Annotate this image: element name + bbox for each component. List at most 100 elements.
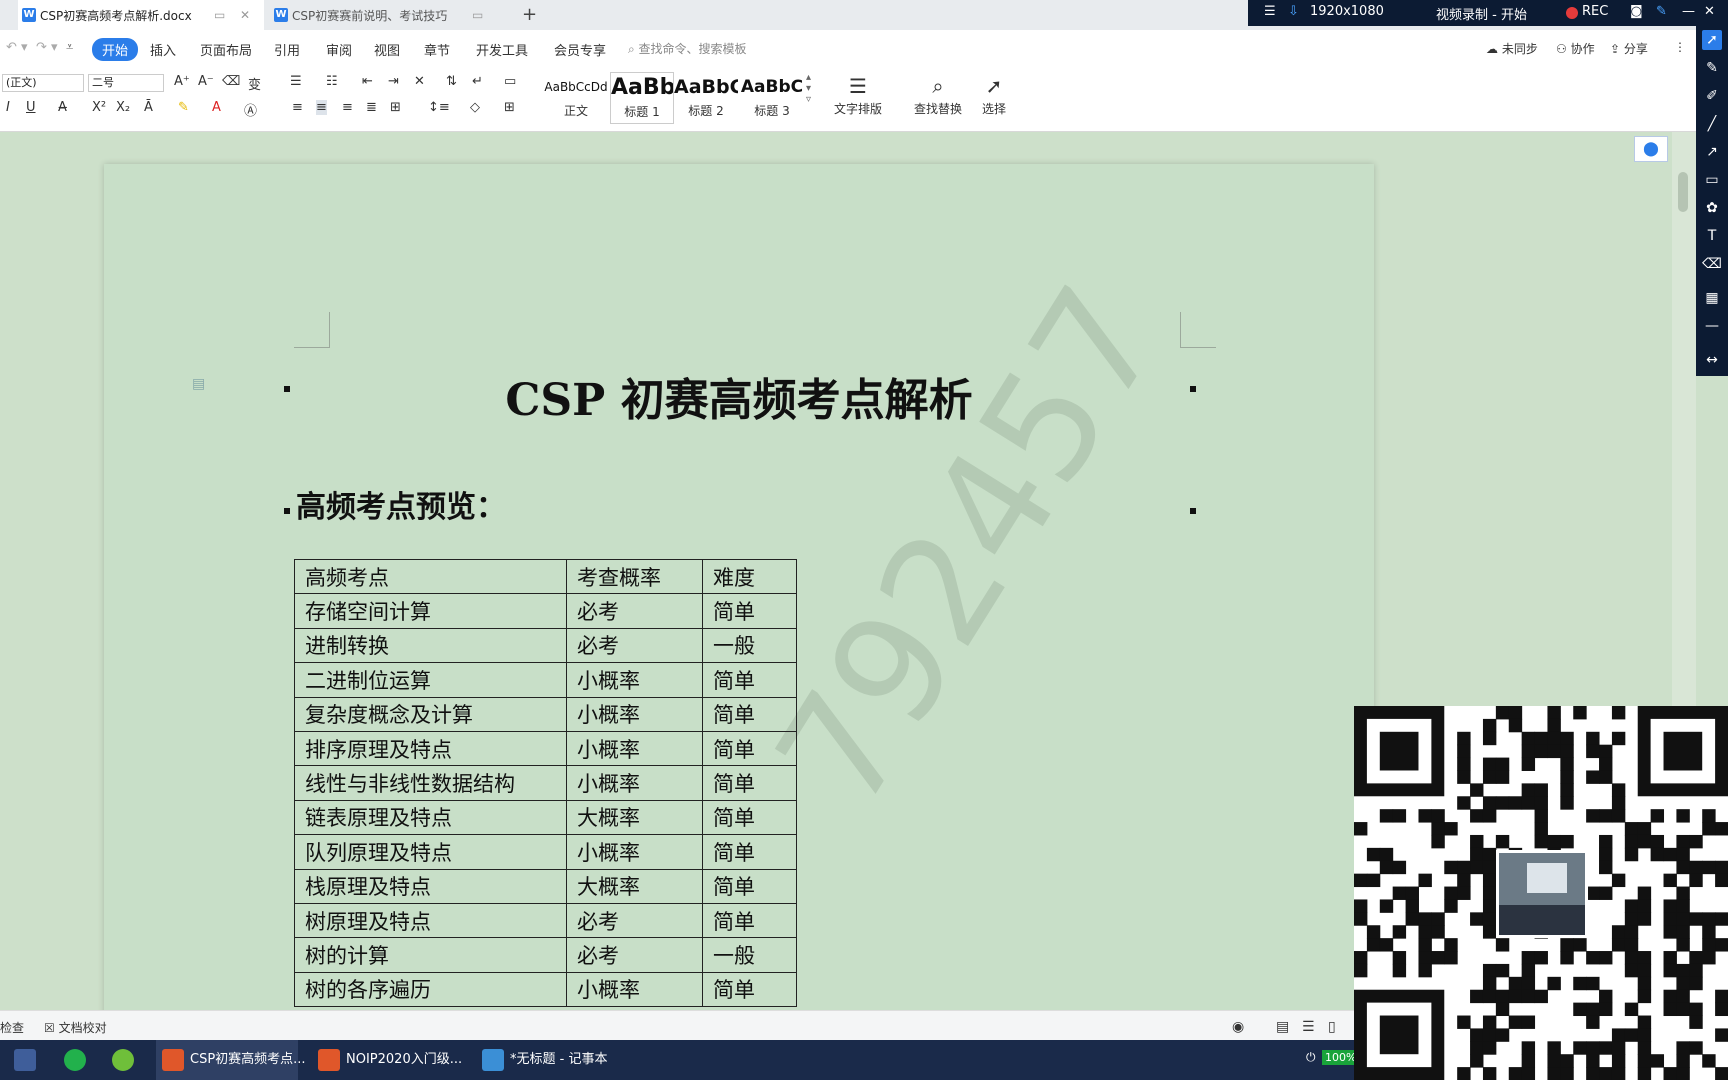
eraser-tool-icon[interactable]: ⌫ xyxy=(1702,254,1722,274)
pin-icon[interactable]: ⇩ xyxy=(1288,4,1299,19)
table-cell[interactable]: 简单 xyxy=(702,593,797,629)
taskbar-item-wps[interactable]: CSP初赛高频考点... xyxy=(156,1040,306,1080)
highlight-icon[interactable]: ✎ xyxy=(178,100,189,115)
line-width-icon[interactable]: — xyxy=(1702,316,1722,336)
tab-document-1[interactable]: W CSP初赛高频考点解析.docx ▭ ✕ xyxy=(18,0,264,30)
exam-points-table[interactable]: 高频考点 考查概率 难度 存储空间计算 必考 简单 进制转换 必考 一般 二进制位运算 小概率 简单复… xyxy=(294,558,797,1008)
menu-icon[interactable]: ☰ xyxy=(1264,4,1276,19)
table-cell[interactable]: 树的计算 xyxy=(294,937,567,973)
style-heading-2[interactable]: AaBbC 标题 2 xyxy=(674,72,738,124)
style-heading-1[interactable]: AaBb 标题 1 xyxy=(610,72,674,124)
menu-review[interactable]: 审阅 xyxy=(326,40,352,59)
eye-protect-icon[interactable]: ◉ xyxy=(1232,1019,1244,1035)
table-cell[interactable]: 简单 xyxy=(702,662,797,698)
pencil-tool-icon[interactable]: ✎ xyxy=(1702,58,1722,78)
table-cell[interactable]: 存储空间计算 xyxy=(294,593,567,629)
shrink-font-icon[interactable]: A⁻ xyxy=(198,74,214,89)
table-cell[interactable]: 二进制位运算 xyxy=(294,662,567,698)
distribute-icon[interactable]: ⊞ xyxy=(390,100,401,115)
camera-icon[interactable]: ◙ xyxy=(1630,4,1643,19)
cursor-tool-icon[interactable]: ➚ xyxy=(1702,30,1722,50)
table-cell[interactable]: 简单 xyxy=(702,834,797,870)
table-cell[interactable]: 必考 xyxy=(566,593,703,629)
table-cell[interactable]: 树的各序遍历 xyxy=(294,971,567,1008)
table-cell[interactable]: 小概率 xyxy=(566,834,703,870)
new-tab-icon[interactable]: + xyxy=(522,4,537,25)
table-cell[interactable]: 链表原理及特点 xyxy=(294,799,567,836)
arrow-tool-icon[interactable]: ↗ xyxy=(1702,142,1722,162)
menu-vip[interactable]: 会员专享 xyxy=(554,40,606,59)
table-cell[interactable]: 小概率 xyxy=(566,662,703,698)
expand-icon[interactable]: ↔ xyxy=(1702,350,1722,370)
table-cell[interactable]: 必考 xyxy=(566,902,703,939)
table-cell[interactable]: 简单 xyxy=(702,696,797,732)
outdent-icon[interactable]: ⇤ xyxy=(362,74,373,89)
minimize-icon[interactable]: — xyxy=(1682,4,1695,19)
quick-access-icon[interactable]: ⩡ xyxy=(66,40,73,55)
numbering-icon[interactable]: ☷ xyxy=(326,74,338,89)
table-cell[interactable]: 简单 xyxy=(702,765,797,801)
taskbar-item-noip[interactable]: NOIP2020入门级... xyxy=(318,1040,462,1080)
color-tool-icon[interactable]: ✿ xyxy=(1702,198,1722,218)
sync-status[interactable]: ☁ 未同步 xyxy=(1486,40,1538,57)
table-cell[interactable]: 大概率 xyxy=(566,868,703,904)
table-cell[interactable]: 排序原理及特点 xyxy=(294,730,567,767)
page-view-icon[interactable]: ▤ xyxy=(1276,1019,1289,1035)
outline-view-icon[interactable]: ☰ xyxy=(1302,1019,1315,1035)
table-cell[interactable]: 进制转换 xyxy=(294,627,567,664)
show-marks-icon[interactable]: ↵ xyxy=(472,74,483,89)
table-cell[interactable]: 小概率 xyxy=(566,730,703,767)
table-cell[interactable]: 简单 xyxy=(702,799,797,836)
section-heading[interactable]: 高频考点预览： xyxy=(296,482,506,526)
rec-button[interactable]: REC xyxy=(1582,4,1608,19)
text-tool-icon[interactable]: T xyxy=(1702,226,1722,246)
ruler-icon[interactable]: ▭ xyxy=(504,74,516,89)
menu-start[interactable]: 开始 xyxy=(92,38,139,61)
shading-icon[interactable]: ◇ xyxy=(470,100,480,115)
char-border-icon[interactable]: Ⓐ xyxy=(244,100,257,119)
document-title[interactable]: CSP 初赛高频考点解析 xyxy=(104,364,1374,428)
menu-references[interactable]: 引用 xyxy=(274,40,300,59)
clear-format-icon[interactable]: ⌫ xyxy=(222,74,240,89)
table-cell[interactable]: 小概率 xyxy=(566,696,703,732)
proofread-button[interactable]: ☒ 文档校对 xyxy=(44,1019,107,1036)
align-right-icon[interactable]: ≡ xyxy=(342,100,353,115)
collab-button[interactable]: ⚇ 协作 xyxy=(1556,40,1595,57)
borders-icon[interactable]: ⊞ xyxy=(504,100,515,115)
command-search[interactable]: ⌕ 查找命令、搜索模板 xyxy=(628,40,747,57)
spell-check-button[interactable]: 检查 xyxy=(0,1019,24,1036)
menu-chapter[interactable]: 章节 xyxy=(424,40,450,59)
align-left-icon[interactable]: ≡ xyxy=(292,100,303,115)
taskbar-app-icon[interactable] xyxy=(14,1040,42,1080)
pin-icon[interactable]: ▭ xyxy=(472,8,483,22)
superscript-icon[interactable]: X² xyxy=(92,100,106,115)
table-cell[interactable]: 队列原理及特点 xyxy=(294,834,567,870)
redo-icon[interactable]: ↷ ▾ xyxy=(36,40,58,55)
line-tool-icon[interactable]: ╱ xyxy=(1702,114,1722,134)
menu-insert[interactable]: 插入 xyxy=(150,40,176,59)
table-cell[interactable]: 一般 xyxy=(702,937,797,973)
table-cell[interactable]: 线性与非线性数据结构 xyxy=(294,765,567,801)
tab-document-2[interactable]: W CSP初赛赛前说明、考试技巧 ▭ xyxy=(270,0,514,30)
pin-icon[interactable]: ▭ xyxy=(214,8,225,22)
menu-view[interactable]: 视图 xyxy=(374,40,400,59)
rectangle-tool-icon[interactable]: ▭ xyxy=(1702,170,1722,190)
underline-icon[interactable]: U xyxy=(26,100,36,115)
more-icon[interactable]: ⋮ xyxy=(1674,40,1686,54)
close-tab-icon[interactable]: ✕ xyxy=(240,8,250,22)
table-cell[interactable]: 简单 xyxy=(702,902,797,939)
document-page[interactable]: ▤ 792457 CSP 初赛高频考点解析 高频考点预览： 高频考点 考查概率 难度… xyxy=(104,164,1374,1010)
table-cell[interactable]: 小概率 xyxy=(566,765,703,801)
table-cell[interactable]: 必考 xyxy=(566,937,703,973)
align-center-icon[interactable]: ≡ xyxy=(316,100,327,115)
mosaic-tool-icon[interactable]: ▦ xyxy=(1702,288,1722,308)
line-spacing-icon[interactable]: ↕≡ xyxy=(428,100,450,115)
table-cell[interactable]: 树原理及特点 xyxy=(294,902,567,939)
location-icon[interactable]: ⬤ xyxy=(1634,136,1668,162)
style-normal[interactable]: AaBbCcDd 正文 xyxy=(544,72,608,124)
table-cell[interactable]: 简单 xyxy=(702,868,797,904)
find-replace-button[interactable]: ⌕ 查找替换 xyxy=(914,72,962,117)
browser-icon[interactable] xyxy=(112,1040,140,1080)
font-name-select[interactable]: (正文) xyxy=(2,74,84,92)
indent-icon[interactable]: ⇥ xyxy=(388,74,399,89)
